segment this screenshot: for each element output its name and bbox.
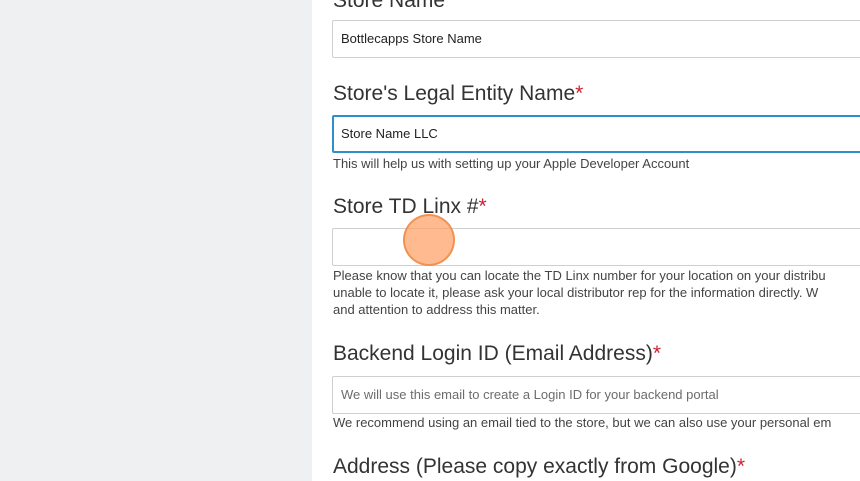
td-linx-label: Store TD Linx #* xyxy=(333,196,487,217)
backend-login-help: We recommend using an email tied to the … xyxy=(333,415,832,430)
required-mark: * xyxy=(652,342,662,365)
legal-entity-help: This will help us with setting up your A… xyxy=(333,156,690,171)
required-mark: * xyxy=(478,195,487,218)
backend-login-input[interactable]: We will use this email to create a Login… xyxy=(332,376,860,414)
required-mark: * xyxy=(445,0,454,12)
td-linx-help-line-3: and attention to address this matter. xyxy=(333,302,540,317)
required-mark: * xyxy=(736,455,746,478)
store-name-label: Store Name* xyxy=(333,0,453,11)
required-mark: * xyxy=(575,82,584,105)
td-linx-label-text: Store TD Linx # xyxy=(333,195,479,218)
legal-entity-label: Store's Legal Entity Name* xyxy=(333,83,583,104)
left-panel xyxy=(0,0,312,481)
address-label-text: Address (Please copy exactly from Google… xyxy=(333,455,737,478)
td-linx-help-line-1: Please know that you can locate the TD L… xyxy=(333,268,826,283)
address-label: Address (Please copy exactly from Google… xyxy=(333,456,745,477)
td-linx-help-line-2: unable to locate it, please ask your loc… xyxy=(333,285,819,300)
click-indicator xyxy=(403,214,455,266)
store-name-input[interactable]: Bottlecapps Store Name xyxy=(332,20,860,58)
store-name-label-text: Store Name xyxy=(333,0,446,12)
legal-entity-value: Store Name LLC xyxy=(341,126,438,141)
store-form: Store Name* Bottlecapps Store Name Store… xyxy=(312,0,860,481)
backend-login-label: Backend Login ID (Email Address)* xyxy=(333,343,661,364)
store-name-value: Bottlecapps Store Name xyxy=(341,31,482,46)
backend-login-placeholder: We will use this email to create a Login… xyxy=(341,387,719,402)
legal-entity-label-text: Store's Legal Entity Name xyxy=(333,82,576,105)
legal-entity-input[interactable]: Store Name LLC xyxy=(332,115,860,153)
backend-login-label-text: Backend Login ID (Email Address) xyxy=(333,342,653,365)
